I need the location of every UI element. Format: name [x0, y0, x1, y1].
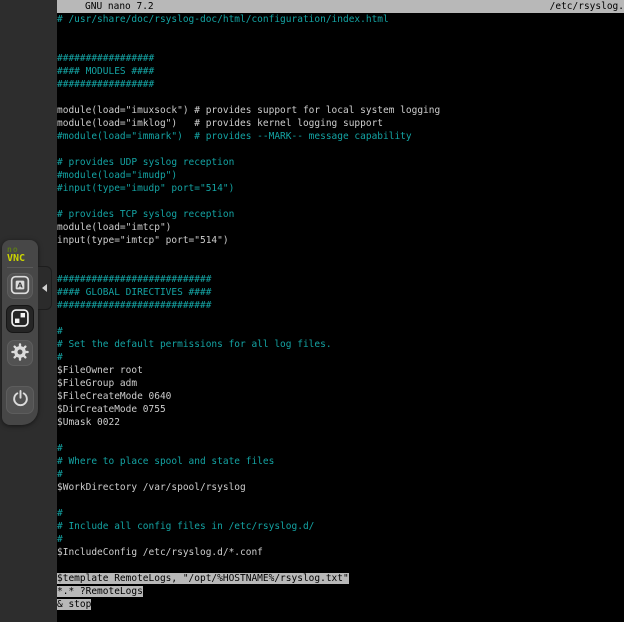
config-line: #### MODULES ####: [57, 65, 624, 78]
keyboard-a-icon: A: [10, 275, 30, 298]
novnc-logo-vnc: VNC: [7, 254, 33, 263]
config-line: #: [57, 325, 624, 338]
config-line: [57, 39, 624, 52]
config-line: *.* ?RemoteLogs: [57, 585, 624, 598]
control-bar-divider: [7, 267, 33, 268]
settings-button[interactable]: [7, 340, 33, 366]
config-line: [57, 143, 624, 156]
config-line: #################: [57, 78, 624, 91]
nano-titlebar: GNU nano 7.2 /etc/rsyslog.: [57, 0, 624, 13]
config-line: module(load="imuxsock") # provides suppo…: [57, 104, 624, 117]
novnc-control-bar: no VNC A: [2, 240, 38, 425]
config-line: #################: [57, 52, 624, 65]
svg-text:A: A: [17, 280, 23, 289]
config-line: #: [57, 351, 624, 364]
config-line: # Include all config files in /etc/rsysl…: [57, 520, 624, 533]
config-line: [57, 91, 624, 104]
nano-version-label: GNU nano 7.2: [85, 0, 154, 13]
config-line: [57, 260, 624, 273]
config-line: $IncludeConfig /etc/rsyslog.d/*.conf: [57, 546, 624, 559]
config-line: #: [57, 533, 624, 546]
config-line: # Where to place spool and state files: [57, 455, 624, 468]
extra-keys-button[interactable]: A: [7, 273, 33, 299]
config-line: $FileCreateMode 0640: [57, 390, 624, 403]
config-line: $FileGroup adm: [57, 377, 624, 390]
config-line: $Umask 0022: [57, 416, 624, 429]
vnc-screen: GNU nano 7.2 /etc/rsyslog. # /usr/share/…: [0, 0, 624, 622]
config-line: [57, 195, 624, 208]
config-line: ###########################: [57, 299, 624, 312]
config-line: [57, 494, 624, 507]
nano-terminal[interactable]: GNU nano 7.2 /etc/rsyslog. # /usr/share/…: [57, 0, 624, 622]
config-line: module(load="imklog") # provides kernel …: [57, 117, 624, 130]
config-line: $template RemoteLogs, "/opt/%HOSTNAME%/r…: [57, 572, 624, 585]
config-line: input(type="imtcp" port="514"): [57, 234, 624, 247]
config-line: [57, 559, 624, 572]
config-line: #: [57, 442, 624, 455]
config-line: [57, 247, 624, 260]
config-line: & stop: [57, 598, 624, 611]
config-line: $DirCreateMode 0755: [57, 403, 624, 416]
config-line: # /usr/share/doc/rsyslog-doc/html/config…: [57, 13, 624, 26]
config-line: $FileOwner root: [57, 364, 624, 377]
fullscreen-button[interactable]: [6, 305, 34, 333]
control-bar-handle[interactable]: [38, 266, 52, 310]
config-line: [57, 312, 624, 325]
config-line: #input(type="imudp" port="514"): [57, 182, 624, 195]
config-line: #module(load="imudp"): [57, 169, 624, 182]
config-line: ###########################: [57, 273, 624, 286]
fullscreen-icon: [10, 308, 30, 331]
config-line: #module(load="immark") # provides --MARK…: [57, 130, 624, 143]
config-line: # Set the default permissions for all lo…: [57, 338, 624, 351]
gear-icon: [10, 342, 30, 365]
config-line: # provides TCP syslog reception: [57, 208, 624, 221]
config-line: $WorkDirectory /var/spool/rsyslog: [57, 481, 624, 494]
config-line: [57, 26, 624, 39]
config-line: # provides UDP syslog reception: [57, 156, 624, 169]
config-line: #: [57, 507, 624, 520]
chevron-left-icon: [42, 284, 47, 292]
config-line: #### GLOBAL DIRECTIVES ####: [57, 286, 624, 299]
novnc-logo: no VNC: [7, 240, 33, 263]
disconnect-button[interactable]: [6, 386, 34, 414]
config-line: [57, 429, 624, 442]
config-line: module(load="imtcp"): [57, 221, 624, 234]
nano-buffer: # /usr/share/doc/rsyslog-doc/html/config…: [57, 13, 624, 611]
nano-filename-label: /etc/rsyslog.: [550, 0, 624, 13]
power-icon: [11, 389, 30, 411]
config-line: #: [57, 468, 624, 481]
